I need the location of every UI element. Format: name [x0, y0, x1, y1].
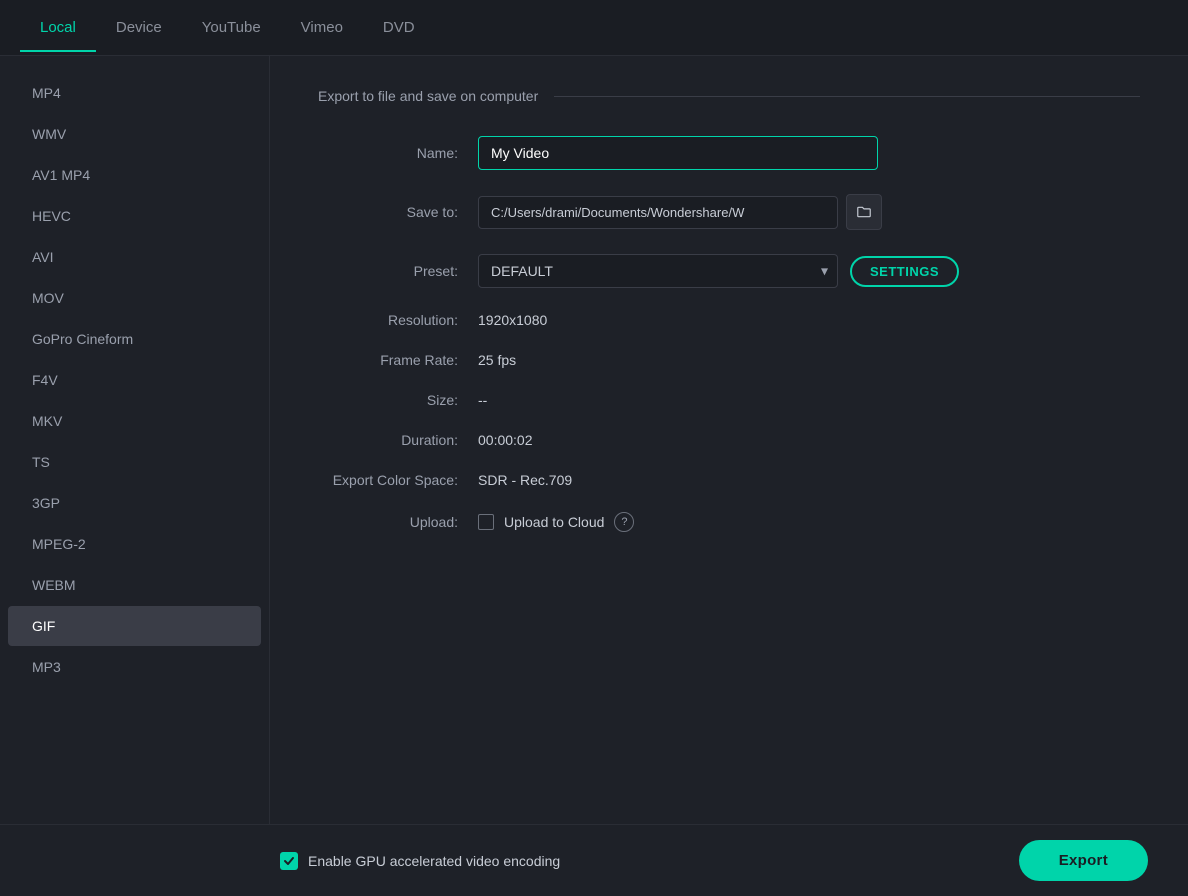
size-value: -- — [478, 392, 487, 408]
section-divider — [554, 96, 1140, 97]
tab-vimeo[interactable]: Vimeo — [281, 3, 363, 52]
sidebar-item-f4v[interactable]: F4V — [8, 360, 261, 400]
sidebar-item-mpeg2[interactable]: MPEG-2 — [8, 524, 261, 564]
upload-wrapper: Upload to Cloud ? — [478, 512, 634, 532]
resolution-label: Resolution: — [318, 312, 478, 328]
sidebar-item-gopro[interactable]: GoPro Cineform — [8, 319, 261, 359]
sidebar-item-wmv[interactable]: WMV — [8, 114, 261, 154]
upload-info-icon[interactable]: ? — [614, 512, 634, 532]
resolution-value: 1920x1080 — [478, 312, 547, 328]
size-row: Size: -- — [318, 392, 1140, 408]
content-area: Export to file and save on computer Name… — [270, 56, 1188, 896]
sidebar-item-avi[interactable]: AVI — [8, 237, 261, 277]
preset-select[interactable]: DEFAULT Custom — [478, 254, 838, 288]
tab-dvd[interactable]: DVD — [363, 3, 435, 52]
save-to-row: Save to: C:/Users/drami/Documents/Wonder… — [318, 194, 1140, 230]
resolution-row: Resolution: 1920x1080 — [318, 312, 1140, 328]
preset-row: Preset: DEFAULT Custom SETTINGS — [318, 254, 1140, 288]
sidebar: MP4 WMV AV1 MP4 HEVC AVI MOV GoPro Cinef… — [0, 56, 270, 896]
upload-to-cloud-label: Upload to Cloud — [504, 514, 604, 530]
main-layout: MP4 WMV AV1 MP4 HEVC AVI MOV GoPro Cinef… — [0, 56, 1188, 896]
upload-to-cloud-checkbox[interactable] — [478, 514, 494, 530]
name-input[interactable] — [478, 136, 878, 170]
size-label: Size: — [318, 392, 478, 408]
checkmark-icon — [283, 855, 295, 867]
folder-icon — [857, 204, 871, 220]
upload-row: Upload: Upload to Cloud ? — [318, 512, 1140, 532]
sidebar-item-av1mp4[interactable]: AV1 MP4 — [8, 155, 261, 195]
frame-rate-row: Frame Rate: 25 fps — [318, 352, 1140, 368]
sidebar-item-3gp[interactable]: 3GP — [8, 483, 261, 523]
preset-label: Preset: — [318, 263, 478, 279]
name-label: Name: — [318, 145, 478, 161]
sidebar-item-mov[interactable]: MOV — [8, 278, 261, 318]
sidebar-item-mp3[interactable]: MP3 — [8, 647, 261, 687]
duration-label: Duration: — [318, 432, 478, 448]
tab-device[interactable]: Device — [96, 3, 182, 52]
browse-folder-button[interactable] — [846, 194, 882, 230]
settings-button[interactable]: SETTINGS — [850, 256, 959, 287]
preset-wrapper: DEFAULT Custom SETTINGS — [478, 254, 959, 288]
sidebar-item-mp4[interactable]: MP4 — [8, 73, 261, 113]
section-title: Export to file and save on computer — [318, 88, 538, 104]
gpu-label: Enable GPU accelerated video encoding — [308, 853, 560, 869]
bottom-bar: Enable GPU accelerated video encoding Ex… — [0, 824, 1188, 896]
duration-row: Duration: 00:00:02 — [318, 432, 1140, 448]
gpu-wrapper: Enable GPU accelerated video encoding — [280, 852, 560, 870]
sidebar-item-webm[interactable]: WEBM — [8, 565, 261, 605]
gpu-checkbox[interactable] — [280, 852, 298, 870]
tab-youtube[interactable]: YouTube — [182, 3, 281, 52]
upload-label: Upload: — [318, 514, 478, 530]
sidebar-item-gif[interactable]: GIF — [8, 606, 261, 646]
section-header: Export to file and save on computer — [318, 88, 1140, 104]
tab-bar: Local Device YouTube Vimeo DVD — [0, 0, 1188, 56]
sidebar-item-ts[interactable]: TS — [8, 442, 261, 482]
tab-local[interactable]: Local — [20, 3, 96, 52]
color-space-label: Export Color Space: — [318, 472, 478, 488]
duration-value: 00:00:02 — [478, 432, 533, 448]
frame-rate-label: Frame Rate: — [318, 352, 478, 368]
name-row: Name: — [318, 136, 1140, 170]
sidebar-item-mkv[interactable]: MKV — [8, 401, 261, 441]
save-to-label: Save to: — [318, 204, 478, 220]
color-space-value: SDR - Rec.709 — [478, 472, 572, 488]
save-to-wrapper: C:/Users/drami/Documents/Wondershare/W — [478, 194, 882, 230]
save-to-path: C:/Users/drami/Documents/Wondershare/W — [478, 196, 838, 229]
preset-select-wrapper: DEFAULT Custom — [478, 254, 838, 288]
export-button[interactable]: Export — [1019, 840, 1148, 881]
color-space-row: Export Color Space: SDR - Rec.709 — [318, 472, 1140, 488]
frame-rate-value: 25 fps — [478, 352, 516, 368]
sidebar-item-hevc[interactable]: HEVC — [8, 196, 261, 236]
